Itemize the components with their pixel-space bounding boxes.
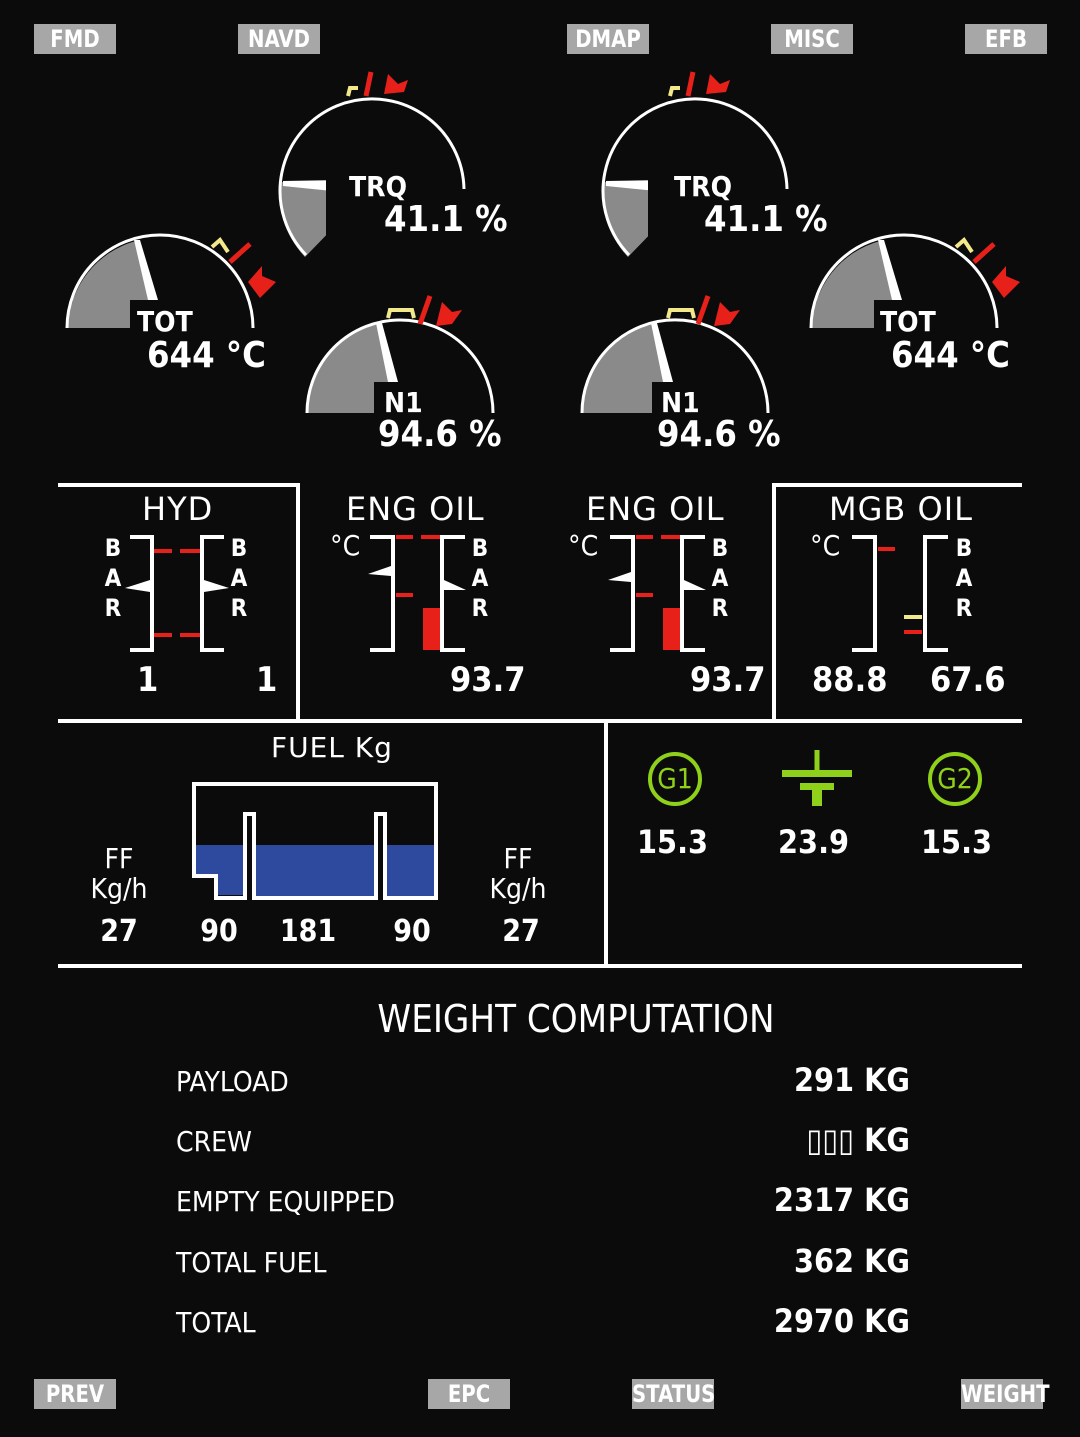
weight-button[interactable]: WEIGHT [961,1379,1050,1409]
left-trq-value: 41.1 % [384,199,508,240]
left-eng-oil-bar-letter-b: B [471,534,489,562]
hyd-left-bar-letter-r: R [104,594,122,622]
empty-equipped-label: EMPTY EQUIPPED [176,1185,395,1218]
hyd-right-bar-letter-b: B [230,534,248,562]
fuel-title: FUEL Kg [271,731,393,764]
right-ff-label: FF [503,842,533,875]
right-eng-oil-temp-unit: °C [568,529,599,562]
right-eng-oil-bar-letter-a: A [711,564,729,592]
mgb-oil-bar-letter-a: A [955,564,973,592]
g2-value: 15.3 [921,823,993,861]
total-fuel-label: TOTAL FUEL [176,1246,327,1279]
fuel-tank-diagram [192,782,438,900]
prev-button[interactable]: PREV [34,1379,116,1409]
mgb-oil-title: MGB OIL [829,490,973,528]
mgb-oil-temp-value: 88.8 [812,660,888,700]
left-eng-oil-temp-unit: °C [330,529,361,562]
total-value: 2970 KG [773,1302,910,1340]
weight-title: WEIGHT COMPUTATION [377,997,775,1041]
left-tank-value: 90 [200,914,238,949]
right-tot-label: TOT [880,305,936,338]
mgb-oil-bars [852,535,948,652]
crew-label: CREW [176,1125,252,1158]
left-ff-label: FF [104,842,134,875]
hyd-left-bar-letter-b: B [104,534,122,562]
g1-label: G1 [657,762,693,795]
mgb-oil-temp-unit: °C [810,529,841,562]
payload-value: 291 KG [793,1061,910,1099]
left-eng-oil-bar-letter-r: R [471,594,489,622]
right-fuel-flow-value: 27 [502,914,540,949]
right-tot-value: 644 °C [891,335,1010,376]
crew-value: ▯▯▯ KG [806,1121,910,1159]
right-tank-value: 90 [393,914,431,949]
left-eng-oil-bars [368,535,466,652]
epc-button[interactable]: EPC [428,1379,510,1409]
hyd-title: HYD [142,490,214,528]
left-n1-value: 94.6 % [378,414,502,455]
mgb-oil-bar-letter-b: B [955,534,973,562]
battery-icon [782,750,852,806]
left-fuel-flow-value: 27 [100,914,138,949]
empty-equipped-value: 2317 KG [773,1181,910,1219]
center-tank-value: 181 [279,914,337,949]
g2-label: G2 [937,762,973,795]
payload-label: PAYLOAD [176,1065,289,1098]
battery-value: 23.9 [778,823,850,861]
left-tot-value: 644 °C [147,335,266,376]
total-label: TOTAL [176,1306,256,1339]
right-eng-oil-bar-letter-b: B [711,534,729,562]
left-ff-unit: Kg/h [90,872,148,905]
right-ff-unit: Kg/h [489,872,547,905]
hyd-right-bar-letter-a: A [230,564,248,592]
left-eng-oil-value: 93.7 [450,660,526,700]
right-eng-oil-bars [608,535,706,652]
display-graphics [58,71,1022,968]
status-button[interactable]: STATUS [632,1379,715,1409]
left-eng-oil-bar-letter-a: A [471,564,489,592]
hyd-left-bar-letter-a: A [104,564,122,592]
g1-value: 15.3 [637,823,709,861]
total-fuel-value: 362 KG [793,1242,910,1280]
hyd-bars [125,535,229,652]
hyd-right-value: 1 [256,660,278,700]
hyd-right-bar-letter-r: R [230,594,248,622]
right-eng-oil-value: 93.7 [690,660,766,700]
left-eng-oil-title: ENG OIL [346,490,485,528]
mgb-oil-pressure-value: 67.6 [930,660,1006,700]
hyd-left-value: 1 [137,660,159,700]
right-trq-value: 41.1 % [704,199,828,240]
right-n1-value: 94.6 % [657,414,781,455]
left-tot-label: TOT [137,305,193,338]
right-eng-oil-bar-letter-r: R [711,594,729,622]
mgb-oil-bar-letter-r: R [955,594,973,622]
right-eng-oil-title: ENG OIL [586,490,725,528]
